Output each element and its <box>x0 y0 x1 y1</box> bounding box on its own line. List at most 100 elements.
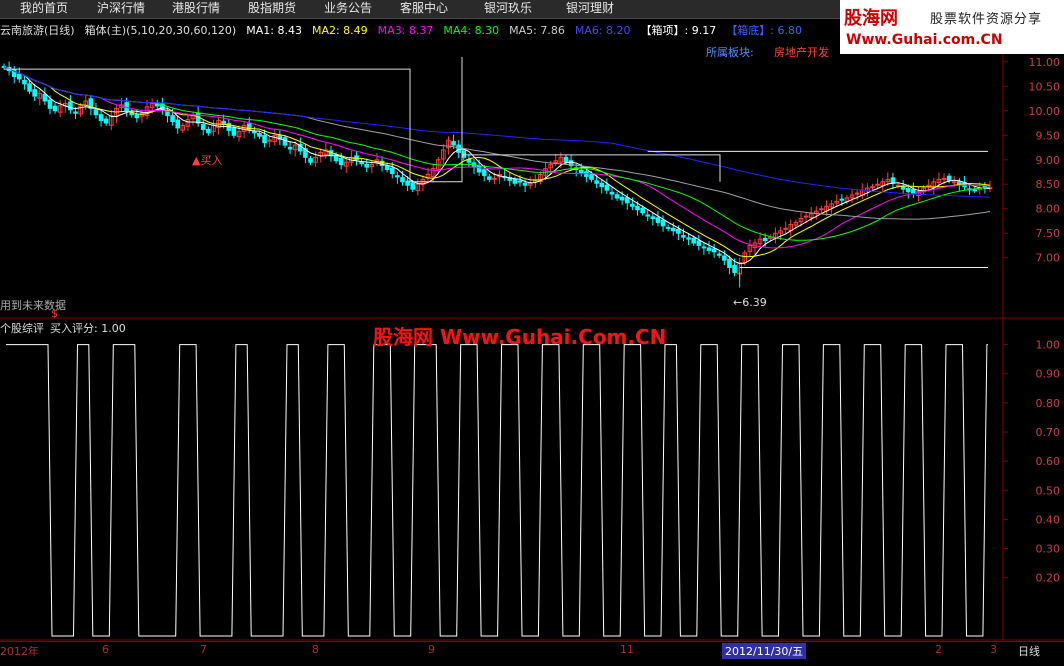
buy-signal-label: ▲买入 <box>192 154 223 167</box>
menu-service[interactable]: 客服中心 <box>400 0 448 16</box>
future-data-mark: $ <box>51 307 58 320</box>
candle-body <box>890 177 896 184</box>
y-tick-label: 9.00 <box>1036 154 1061 167</box>
menu-sh-sz[interactable]: 沪深行情 <box>97 0 145 16</box>
sector-label: 所属板块: <box>706 46 754 59</box>
period-tab[interactable]: 日线 <box>1018 643 1040 659</box>
ma6-line <box>3 66 991 198</box>
candle-body <box>645 214 651 217</box>
candle-body <box>650 216 656 220</box>
candle-body <box>839 198 845 201</box>
candle-body <box>711 248 717 253</box>
y-tick-label: 0.20 <box>1036 572 1061 585</box>
xtick-label: 8 <box>312 643 319 656</box>
candle-body <box>614 194 620 199</box>
logo-url: Www.Guhai.com.CN <box>846 32 1003 48</box>
y-tick-label: 7.50 <box>1036 227 1061 240</box>
score-step-line <box>6 344 988 637</box>
candle-body <box>262 135 267 144</box>
y-tick-label: 8.50 <box>1036 178 1061 191</box>
y-tick-label: 10.50 <box>1029 80 1061 93</box>
candle-body <box>103 118 109 124</box>
sub-indicator-name: 个股综评 <box>0 322 44 335</box>
xtick-label: 3 <box>990 643 997 656</box>
candle-body <box>522 182 528 186</box>
price-chart-panel: 11.00 10.50 10.00 9.50 9.00 8.50 8.00 7.50 7.00 <box>1 56 1061 288</box>
candle-body <box>93 109 99 116</box>
candle-body <box>384 165 390 171</box>
candle-body <box>665 226 671 229</box>
y-tick-label: 0.90 <box>1036 368 1061 381</box>
candle-body <box>481 169 487 176</box>
menu-club[interactable]: 银河玖乐 <box>484 0 532 16</box>
candle-body <box>52 105 58 112</box>
candle-body <box>257 133 262 137</box>
candle-body <box>563 156 569 163</box>
xtick-label: 2 <box>935 643 942 656</box>
candle-body <box>338 158 344 166</box>
candle-body <box>389 167 395 174</box>
candle-body <box>359 161 364 165</box>
candle-body <box>946 175 952 181</box>
candle-body <box>405 180 410 186</box>
y-tick-label: 0.50 <box>1036 484 1061 497</box>
indicator-name: 箱体(主)(5,10,20,30,60,120) <box>84 24 237 37</box>
candle-body <box>941 177 947 180</box>
date-marker: 2012/11/30/五 <box>722 643 807 659</box>
candle-body <box>456 144 461 153</box>
candle-body <box>410 182 416 190</box>
ma2-value: MA2: 8.49 <box>311 24 368 37</box>
menu-finance[interactable]: 银河理财 <box>566 0 614 16</box>
candle-body <box>762 237 768 242</box>
candle-body <box>732 264 737 273</box>
candle-body <box>783 227 788 230</box>
candle-body <box>609 191 615 195</box>
sector-value[interactable]: 房地产开发 <box>774 44 829 60</box>
candle-body <box>972 189 977 192</box>
candle-body <box>487 176 492 180</box>
candle-body <box>624 197 630 204</box>
candle-body <box>640 207 645 214</box>
candle-body <box>22 79 27 85</box>
candle-body <box>512 179 518 184</box>
menu-notice[interactable]: 业务公告 <box>324 0 372 16</box>
candle-body <box>599 182 605 188</box>
candle-body <box>655 217 661 223</box>
y-tick-label: 0.70 <box>1036 426 1061 439</box>
candle-body <box>706 247 712 251</box>
menu-futures[interactable]: 股指期货 <box>248 0 296 16</box>
candle-body <box>287 146 293 150</box>
menu-home[interactable]: 我的首页 <box>20 0 68 16</box>
candle-body <box>175 119 180 129</box>
candle-body <box>27 83 32 92</box>
y-tick-label: 8.00 <box>1036 203 1061 216</box>
candle-body <box>619 196 625 201</box>
menu-hk[interactable]: 港股行情 <box>172 0 220 16</box>
candle-body <box>134 114 140 119</box>
candle-body <box>73 111 78 114</box>
y-tick-label: 1.00 <box>1036 339 1061 352</box>
candle-body <box>395 175 400 178</box>
candle-body <box>670 227 676 232</box>
candle-body <box>206 128 211 134</box>
ma4-line <box>3 66 991 241</box>
candle-body <box>578 169 584 173</box>
candle-body <box>252 131 257 134</box>
candle-body <box>722 255 727 261</box>
candle-body <box>47 99 53 109</box>
candle-body <box>727 258 732 269</box>
candle-body <box>492 177 497 180</box>
indicator-info-bar: 云南旅游(日线) 箱体(主)(5,10,20,30,60,120) MA1: 8.4… <box>0 22 812 38</box>
candle-body <box>854 192 860 195</box>
y-tick-label: 0.60 <box>1036 455 1061 468</box>
candle-body <box>32 89 37 97</box>
candle-body <box>282 137 288 146</box>
candle-body <box>696 240 702 246</box>
xtick-label: 6 <box>102 643 109 656</box>
candle-body <box>400 177 405 183</box>
candle-body <box>660 219 666 227</box>
ma1-value: MA1: 8.43 <box>246 24 302 37</box>
candle-body <box>231 127 237 136</box>
y-tick-label: 0.40 <box>1036 513 1061 526</box>
candle-body <box>676 228 681 234</box>
